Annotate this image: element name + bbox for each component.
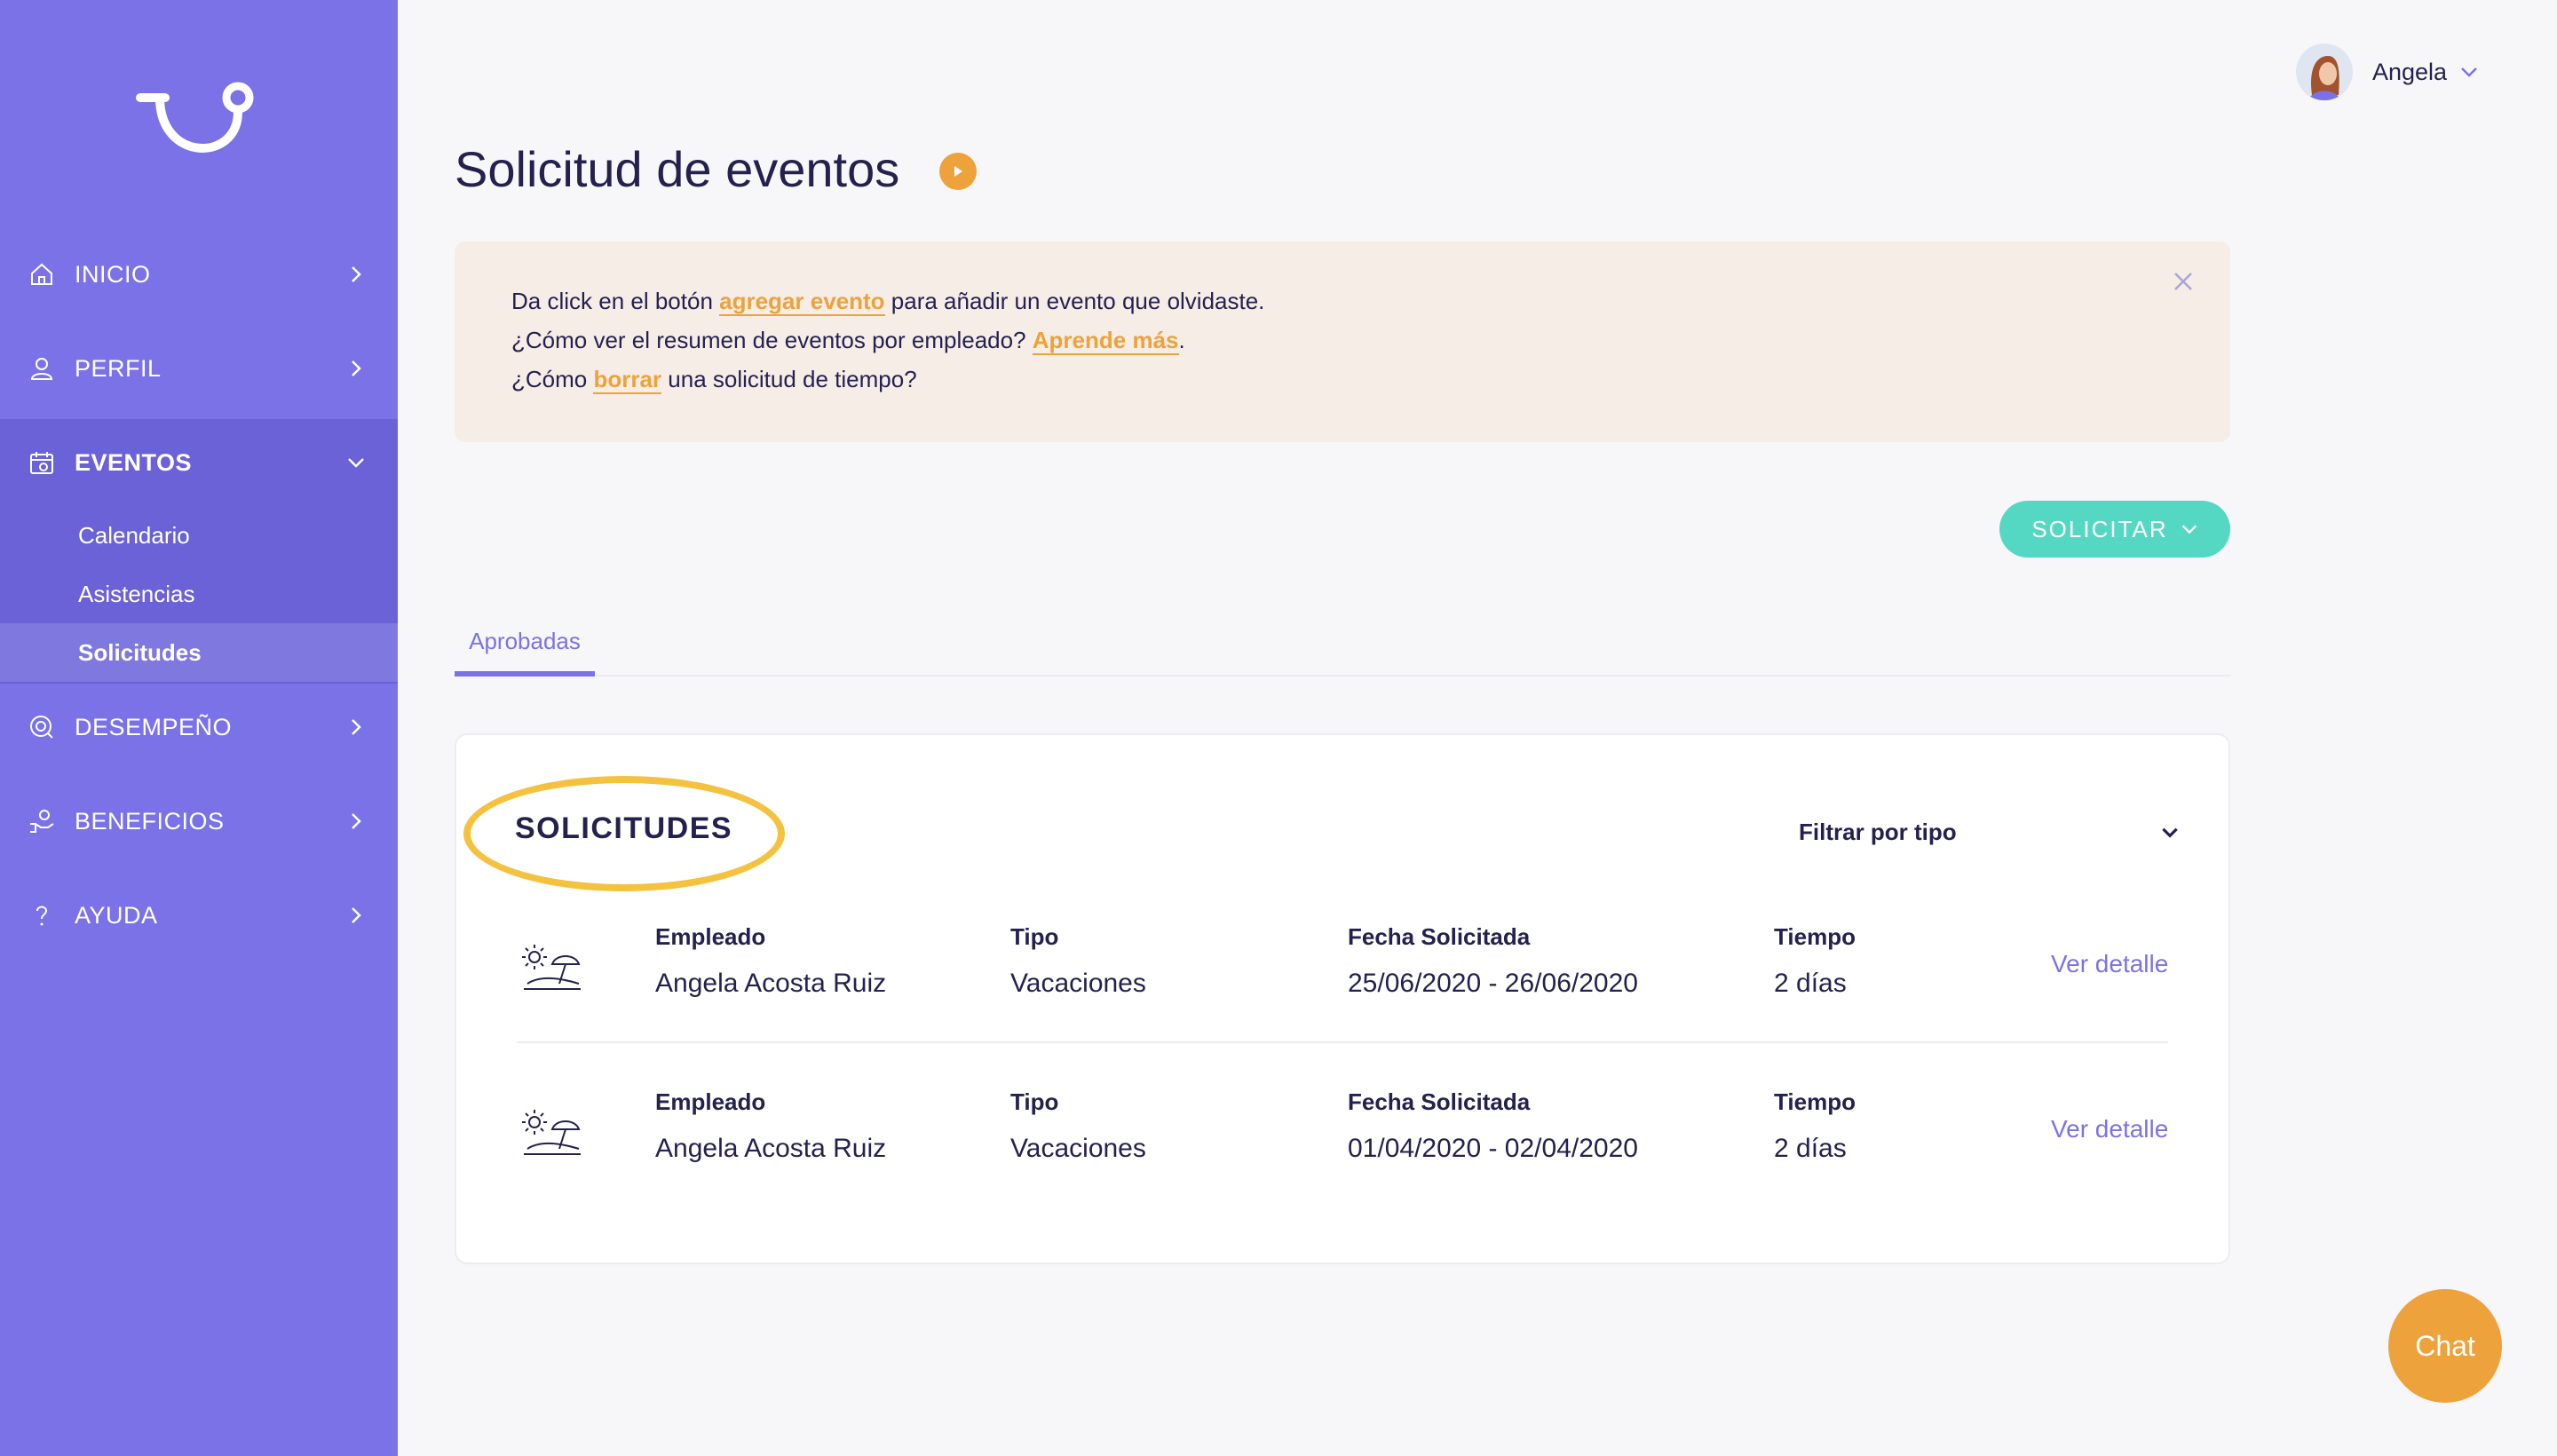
- filter-label: Filtrar por tipo: [1799, 818, 1957, 845]
- column-header: Tipo: [1010, 1088, 1059, 1115]
- borrar-link[interactable]: borrar: [593, 366, 662, 394]
- chevron-right-icon: [352, 907, 361, 923]
- chevron-down-icon: [2461, 67, 2477, 77]
- chevron-down-icon: [348, 458, 364, 468]
- card-title: SOLICITUDES: [515, 811, 733, 845]
- sidebar-subitem-calendario[interactable]: Calendario: [0, 506, 398, 565]
- row-divider: [517, 1041, 2168, 1043]
- column-header: Empleado: [655, 1088, 766, 1115]
- sidebar-item-inicio[interactable]: INICIO: [0, 227, 398, 321]
- banner-text: una solicitud de tiempo?: [661, 366, 917, 392]
- banner-text: ¿Cómo ver el resumen de eventos por empl…: [511, 327, 1033, 353]
- requested-dates: 25/06/2020 - 26/06/2020: [1348, 969, 1638, 998]
- avatar: [2296, 44, 2353, 100]
- sidebar-subitem-label: Calendario: [78, 521, 190, 549]
- table-row: Empleado Angela Acosta Ruiz Tipo Vacacio…: [517, 1056, 2168, 1199]
- duration: 2 días: [1774, 1134, 1847, 1163]
- chevron-right-icon: [352, 719, 361, 735]
- sidebar-item-label: DESEMPEÑO: [75, 713, 233, 740]
- chevron-down-icon: [2181, 525, 2197, 534]
- col-tiempo: Tiempo 2 días: [1774, 1088, 1856, 1164]
- banner-text: .: [1178, 327, 1185, 353]
- ver-detalle-link[interactable]: Ver detalle: [2051, 950, 2168, 978]
- solicitudes-card: SOLICITUDES Filtrar por tipo Empleado An…: [455, 733, 2230, 1264]
- calendar-icon: [27, 447, 57, 478]
- sidebar-subitem-label: Asistencias: [78, 580, 195, 607]
- requested-dates: 01/04/2020 - 02/04/2020: [1348, 1134, 1638, 1163]
- sidebar-item-label: PERFIL: [75, 354, 162, 382]
- column-header: Fecha Solicitada: [1348, 1088, 1531, 1115]
- user-name: Angela: [2372, 58, 2448, 85]
- column-header: Fecha Solicitada: [1348, 923, 1531, 950]
- user-icon: [27, 353, 57, 384]
- col-tipo: Tipo Vacaciones: [1010, 1088, 1146, 1164]
- ver-detalle-link[interactable]: Ver detalle: [2051, 1115, 2168, 1143]
- help-icon: [27, 900, 57, 930]
- banner-text: ¿Cómo: [511, 366, 594, 392]
- col-fecha: Fecha Solicitada 01/04/2020 - 02/04/2020: [1348, 1088, 1638, 1164]
- filter-type-dropdown[interactable]: Filtrar por tipo: [1799, 811, 2181, 852]
- banner-line: ¿Cómo borrar una solicitud de tiempo?: [511, 366, 917, 394]
- sidebar-item-desempeno[interactable]: DESEMPEÑO: [0, 680, 398, 774]
- col-fecha: Fecha Solicitada 25/06/2020 - 26/06/2020: [1348, 923, 1638, 999]
- page-title: Solicitud de eventos: [455, 141, 900, 197]
- user-menu[interactable]: Angela: [2296, 43, 2479, 101]
- sidebar-item-eventos[interactable]: EVENTOS: [0, 415, 398, 510]
- agregar-evento-link[interactable]: agregar evento: [719, 288, 885, 316]
- sidebar-subitem-label: Solicitudes: [78, 638, 202, 666]
- close-icon[interactable]: [2170, 268, 2197, 295]
- employee-name: Angela Acosta Ruiz: [655, 969, 887, 998]
- sidebar-subitem-asistencias[interactable]: Asistencias: [0, 565, 398, 623]
- column-header: Empleado: [655, 923, 766, 950]
- solicitar-button[interactable]: SOLICITAR: [1999, 501, 2230, 558]
- col-empleado: Empleado Angela Acosta Ruiz: [655, 1088, 886, 1164]
- event-type: Vacaciones: [1010, 1134, 1146, 1163]
- sidebar-item-beneficios[interactable]: BENEFICIOS: [0, 774, 398, 868]
- beach-vacation-icon: [522, 1110, 581, 1155]
- duration: 2 días: [1774, 969, 1847, 998]
- employee-name: Angela Acosta Ruiz: [655, 1134, 887, 1163]
- performance-icon: [27, 712, 57, 742]
- chevron-right-icon: [352, 813, 361, 829]
- info-banner: Da click en el botón agregar evento para…: [455, 241, 2230, 442]
- play-icon: [954, 166, 962, 177]
- play-video-button[interactable]: [939, 153, 977, 190]
- sidebar-item-label: EVENTOS: [75, 448, 193, 476]
- benefits-icon: [27, 806, 57, 836]
- banner-text: para añadir un evento que olvidaste.: [884, 288, 1265, 314]
- sidebar-item-label: INICIO: [75, 260, 151, 288]
- chevron-right-icon: [352, 360, 361, 376]
- aprende-mas-link[interactable]: Aprende más: [1032, 327, 1179, 355]
- column-header: Tipo: [1010, 923, 1059, 950]
- solicitar-label: SOLICITAR: [2031, 515, 2168, 542]
- sidebar: INICIO PERFIL EVENTOS Calendario Asisten…: [0, 0, 398, 1456]
- chevron-right-icon: [352, 266, 361, 282]
- table-row: Empleado Angela Acosta Ruiz Tipo Vacacio…: [517, 891, 2168, 1033]
- banner-line: ¿Cómo ver el resumen de eventos por empl…: [511, 327, 1185, 355]
- event-type: Vacaciones: [1010, 969, 1146, 998]
- tabs: Aprobadas: [455, 611, 2230, 677]
- sidebar-item-ayuda[interactable]: AYUDA: [0, 868, 398, 962]
- banner-text: Da click en el botón: [511, 288, 720, 314]
- col-tipo: Tipo Vacaciones: [1010, 923, 1146, 999]
- banner-line: Da click en el botón agregar evento para…: [511, 288, 1265, 316]
- col-empleado: Empleado Angela Acosta Ruiz: [655, 923, 886, 999]
- column-header: Tiempo: [1774, 1088, 1856, 1115]
- sidebar-subitem-solicitudes[interactable]: Solicitudes: [0, 623, 398, 682]
- chevron-down-icon: [2162, 827, 2178, 838]
- sidebar-item-perfil[interactable]: PERFIL: [0, 321, 398, 415]
- beach-vacation-icon: [522, 945, 581, 990]
- sidebar-item-label: AYUDA: [75, 901, 158, 929]
- tab-aprobadas[interactable]: Aprobadas: [455, 611, 595, 677]
- col-tiempo: Tiempo 2 días: [1774, 923, 1856, 999]
- chat-button[interactable]: Chat: [2388, 1289, 2502, 1403]
- sidebar-item-label: BENEFICIOS: [75, 807, 225, 835]
- home-icon: [27, 259, 57, 289]
- column-header: Tiempo: [1774, 923, 1856, 950]
- brand-logo[interactable]: [133, 78, 265, 167]
